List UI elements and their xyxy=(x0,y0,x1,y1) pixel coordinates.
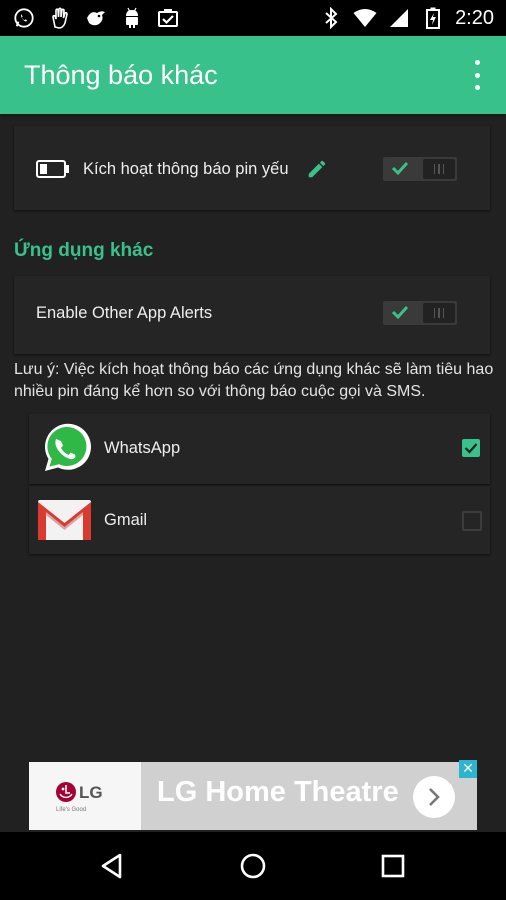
checklist-icon xyxy=(156,6,180,30)
app-row-whatsapp[interactable]: WhatsApp xyxy=(29,414,490,484)
other-app-alerts-toggle[interactable] xyxy=(383,301,457,325)
wifi-icon xyxy=(353,6,377,30)
whatsapp-icon xyxy=(37,421,93,481)
home-icon[interactable] xyxy=(237,850,269,882)
nav-bar xyxy=(0,832,506,900)
section-title: Ứng dụng khác xyxy=(14,240,154,261)
gmail-icon xyxy=(38,500,91,544)
low-battery-label: Kích hoạt thông báo pin yếu xyxy=(83,160,289,178)
close-icon[interactable]: ✕ xyxy=(459,760,477,778)
check-icon xyxy=(391,160,409,180)
page-title: Thông báo khác xyxy=(24,59,218,90)
clock: 2:20 xyxy=(455,6,494,29)
app-name: Gmail xyxy=(104,511,148,529)
other-app-alerts-label: Enable Other App Alerts xyxy=(36,304,213,322)
bird-icon xyxy=(84,6,108,30)
svg-text:Life's Good: Life's Good xyxy=(56,807,86,813)
ad-headline: LG Home Theatre xyxy=(157,776,399,808)
low-battery-card: Kích hoạt thông báo pin yếu xyxy=(14,126,490,210)
battery-icon xyxy=(421,6,445,30)
status-bar: 2:20 xyxy=(0,0,506,36)
whatsapp-icon xyxy=(12,6,36,30)
back-icon[interactable] xyxy=(96,850,128,882)
edit-icon[interactable] xyxy=(306,158,328,184)
other-app-alerts-card: Enable Other App Alerts xyxy=(14,276,490,354)
whatsapp-checkbox[interactable] xyxy=(462,439,480,457)
android-icon xyxy=(120,6,144,30)
bluetooth-icon xyxy=(319,6,343,30)
hand-icon xyxy=(48,6,72,30)
app-row-gmail[interactable]: Gmail xyxy=(29,486,490,554)
gmail-checkbox[interactable] xyxy=(462,511,482,531)
battery-low-icon xyxy=(36,160,70,182)
low-battery-toggle[interactable] xyxy=(383,157,457,181)
ad-logo: LG Life's Good xyxy=(29,762,141,830)
chevron-right-icon[interactable] xyxy=(413,776,455,818)
svg-text:LG: LG xyxy=(79,783,103,802)
recents-icon[interactable] xyxy=(377,850,409,882)
app-name: WhatsApp xyxy=(104,439,181,457)
signal-icon xyxy=(387,6,411,30)
more-vert-icon[interactable] xyxy=(468,60,486,90)
battery-note: Lưu ý: Việc kích hoạt thông báo các ứng … xyxy=(14,361,494,400)
screen: 2:20 Thông báo khác Kích hoạt thông báo … xyxy=(0,0,506,900)
check-icon xyxy=(391,304,409,324)
app-bar: Thông báo khác xyxy=(0,36,506,114)
ad-banner[interactable]: LG Life's Good LG Home Theatre ✕ xyxy=(29,760,477,830)
